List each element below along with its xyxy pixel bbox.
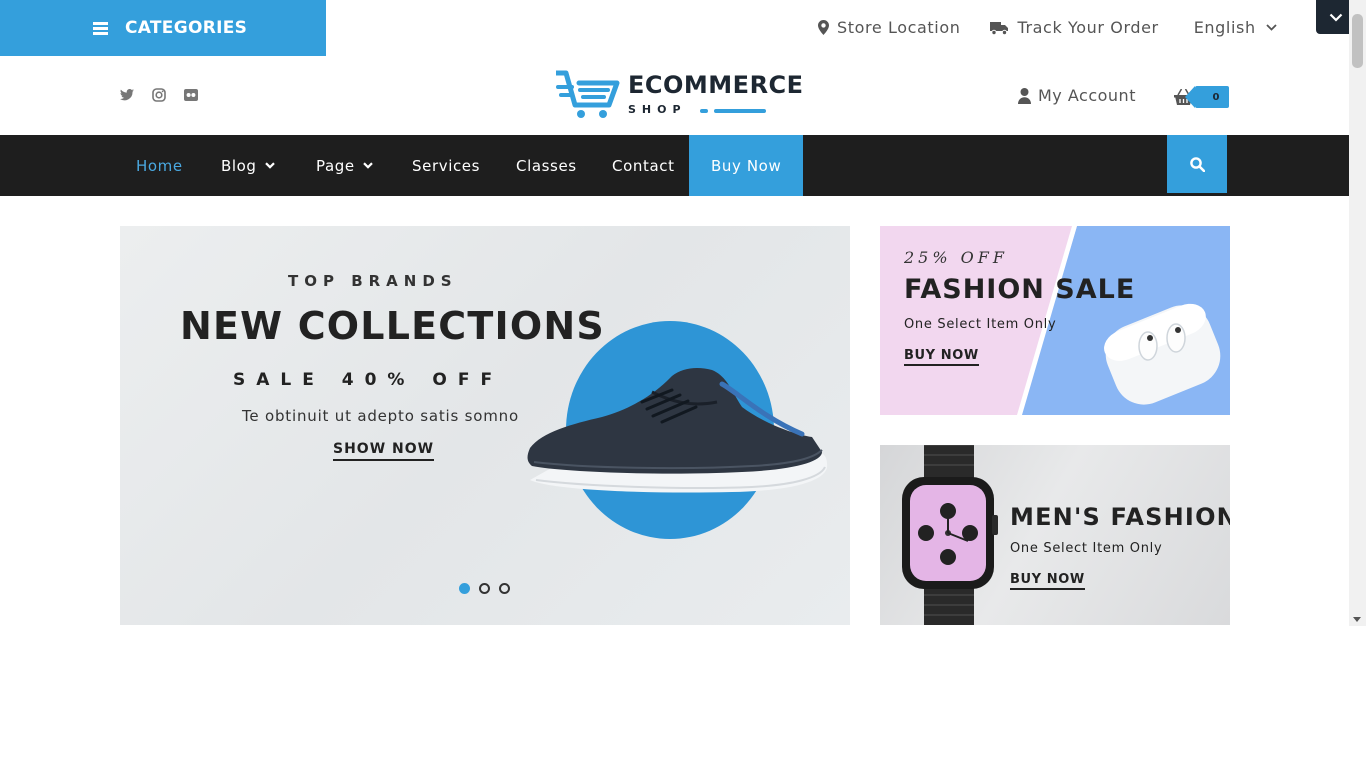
my-account-label: My Account [1038,86,1136,105]
user-icon [1018,87,1031,104]
site-logo[interactable]: ECOMMERCE SHOP [556,70,803,120]
nav-item-services[interactable]: Services [412,135,480,196]
cart-button[interactable]: 0 [1174,86,1229,108]
scrollbar-thumb[interactable] [1352,14,1363,68]
slider-dot[interactable] [499,583,510,594]
logo-dash [714,109,766,113]
mens-buy-now-link[interactable]: BUY NOW [1010,572,1085,590]
fashion-discount: 25% OFF [904,248,1008,267]
hero-description: Te obtinuit ut adepto satis somno [242,407,519,425]
show-now-link[interactable]: SHOW NOW [333,441,435,461]
hero-slider: TOP BRANDS NEW COLLECTIONS SALE 40% OFF … [120,226,850,625]
nav-item-label: Page [316,156,355,175]
shopping-cart-logo-icon [556,70,620,118]
logo-dash [700,109,708,113]
nav-item-page[interactable]: Page [316,135,373,196]
track-order-label: Track Your Order [1017,18,1159,37]
cart-count-badge: 0 [1185,86,1229,108]
mens-fashion-title: MEN'S FASHION [1010,503,1230,531]
scroll-down-arrow-icon[interactable] [1353,617,1361,622]
fashion-sale-title: FASHION SALE [904,274,1136,305]
page-scrollbar[interactable] [1349,0,1366,626]
instagram-icon[interactable] [152,88,166,102]
map-marker-icon [818,20,829,35]
fashion-sale-subtitle: One Select Item Only [904,317,1057,332]
slider-dot[interactable] [459,583,470,594]
slider-dots [459,583,519,594]
logo-subtitle: SHOP [628,103,687,116]
hero-subtitle: TOP BRANDS [288,272,458,290]
store-location-link[interactable]: Store Location [818,18,960,37]
categories-button[interactable]: CATEGORIES [0,0,326,56]
nav-item-blog[interactable]: Blog [221,135,275,196]
mens-fashion-banner[interactable]: MEN'S FASHION One Select Item Only BUY N… [880,445,1230,625]
logo-title: ECOMMERCE [628,71,804,99]
store-location-label: Store Location [837,18,961,37]
menu-icon [93,21,108,35]
hero-title: NEW COLLECTIONS [180,304,605,348]
twitter-icon[interactable] [120,89,134,101]
earbuds-case-image [1104,303,1221,405]
my-account-link[interactable]: My Account [1018,86,1136,105]
nav-item-label: Home [136,156,183,175]
language-select[interactable]: English [1194,18,1277,37]
chevron-down-icon [1329,13,1343,22]
nav-item-label: Services [412,156,481,175]
nav-item-label: Contact [612,156,675,175]
sneaker-image [527,368,828,493]
chevron-down-icon [1266,24,1277,31]
truck-icon [990,21,1009,35]
nav-item-label: Classes [516,156,577,175]
slider-dot[interactable] [479,583,490,594]
search-button[interactable] [1167,135,1227,193]
flickr-icon[interactable] [184,89,198,101]
categories-label: CATEGORIES [125,18,248,38]
nav-item-home[interactable]: Home [136,135,183,196]
language-label: English [1193,18,1256,37]
track-order-link[interactable]: Track Your Order [990,18,1158,37]
main-nav: Home Blog Page Services Classes Contact … [0,135,1349,196]
nav-item-label: Blog [221,156,257,175]
nav-item-classes[interactable]: Classes [516,135,577,196]
social-links [120,88,216,102]
chevron-down-icon [362,162,373,169]
buy-now-button[interactable]: Buy Now [689,135,804,196]
chevron-down-icon [264,162,275,169]
fashion-sale-banner[interactable]: 25% OFF FASHION SALE One Select Item Onl… [880,226,1230,415]
fashion-buy-now-link[interactable]: BUY NOW [904,348,979,366]
top-links: Store Location Track Your Order English [818,18,1277,37]
search-icon [1189,156,1205,172]
nav-item-contact[interactable]: Contact [612,135,675,196]
mens-fashion-subtitle: One Select Item Only [1010,541,1163,556]
smartwatch-image [902,445,998,625]
hero-sale-text: SALE 40% OFF [233,370,504,390]
